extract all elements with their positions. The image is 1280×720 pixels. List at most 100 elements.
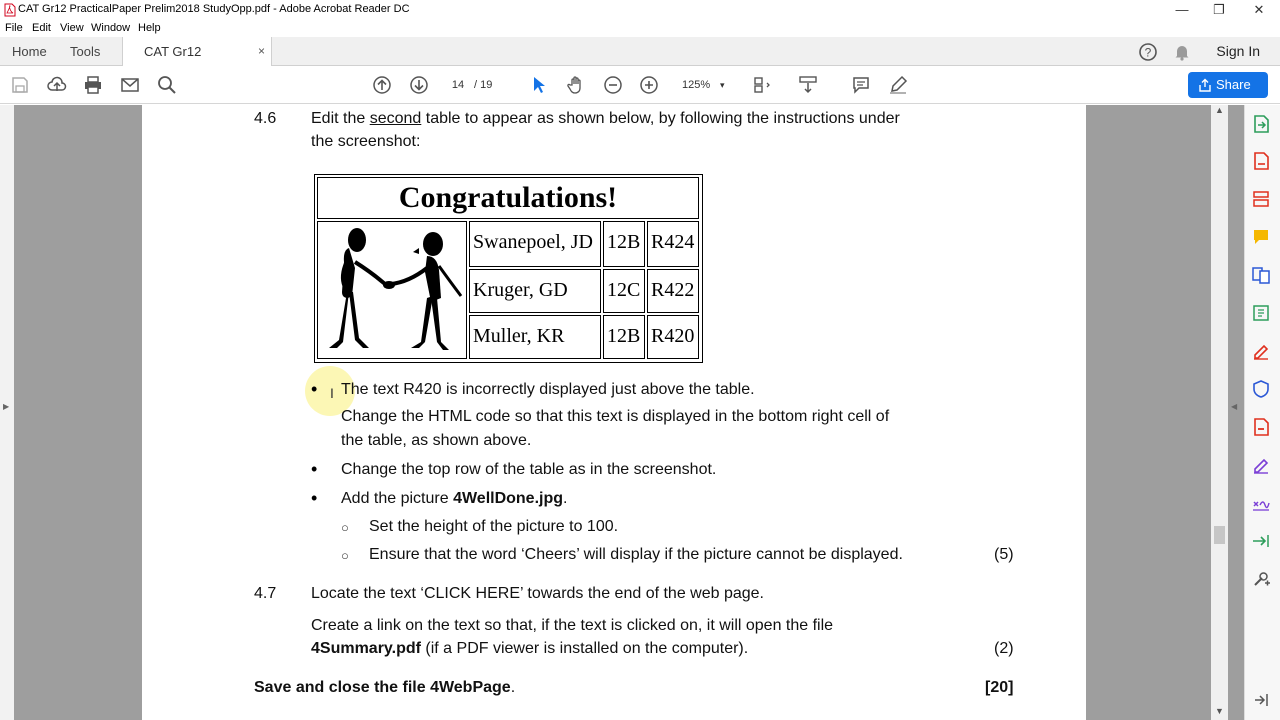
page-total: / 19: [474, 79, 493, 91]
table-picture-cell: [317, 221, 467, 359]
b3-filename: 4WellDone.jpg: [453, 490, 564, 507]
expand-left-icon: ▶: [3, 402, 10, 411]
q46-text-a: Edit the: [311, 110, 370, 127]
save-icon[interactable]: [10, 75, 30, 95]
table-cell-class-1: 12B: [603, 221, 645, 267]
collapse-panel-icon[interactable]: [1251, 690, 1271, 710]
table-cell-name-1: Swanepoel, JD: [469, 221, 601, 267]
tab-bar: Home Tools CAT Gr12 PracticalP... × ? Si…: [0, 37, 1280, 88]
scroll-down-icon[interactable]: ▼: [1215, 706, 1224, 716]
scroll-up-icon[interactable]: ▲: [1215, 105, 1224, 115]
combine-files-icon[interactable]: [1251, 265, 1271, 285]
more-tools-icon[interactable]: [1251, 569, 1271, 589]
question-number-4-6: 4.6: [254, 110, 277, 127]
menu-window[interactable]: Window: [91, 22, 130, 34]
notifications-bell-icon[interactable]: [1172, 42, 1192, 62]
tab-document[interactable]: CAT Gr12 PracticalP... ×: [122, 37, 272, 88]
protect-shield-icon[interactable]: [1251, 379, 1271, 399]
zoom-out-icon[interactable]: [603, 75, 623, 95]
next-page-icon[interactable]: [409, 75, 429, 95]
send-track-icon[interactable]: [1251, 531, 1271, 551]
hand-tool-icon[interactable]: [566, 75, 586, 95]
page-number-input[interactable]: 14: [440, 74, 476, 96]
edit-pdf-icon[interactable]: [1251, 303, 1271, 323]
bullet-3-text: Add the picture 4WellDone.jpg.: [341, 490, 567, 508]
b3-text-a: Add the picture: [341, 490, 454, 507]
chevron-down-icon: ▾: [720, 80, 725, 90]
comment-icon[interactable]: [851, 75, 871, 95]
menu-file[interactable]: File: [5, 22, 23, 34]
table-cell-room-2: R422: [647, 269, 699, 313]
left-panel-toggle[interactable]: ▶: [0, 105, 14, 720]
bullet-2-text: Change the top row of the table as in th…: [341, 461, 717, 478]
sign-in-link[interactable]: Sign In: [1216, 37, 1260, 66]
email-icon[interactable]: [120, 75, 140, 95]
export-pdf-icon[interactable]: [1251, 114, 1271, 134]
tab-close-icon[interactable]: ×: [258, 37, 265, 66]
table-cell-name-3: Muller, KR: [469, 315, 601, 359]
upload-cloud-icon[interactable]: [47, 75, 67, 95]
create-pdf-icon[interactable]: [1251, 151, 1271, 171]
tab-home[interactable]: Home: [12, 37, 47, 66]
fill-sign-icon[interactable]: [1251, 341, 1271, 361]
table-cell-class-3: 12B: [603, 315, 645, 359]
organize-pages-icon[interactable]: [1251, 189, 1271, 209]
help-icon[interactable]: ?: [1138, 42, 1158, 62]
menu-edit[interactable]: Edit: [32, 22, 51, 34]
bullet-3: •: [311, 488, 318, 508]
menu-bar: File Edit View Window Help: [0, 20, 1280, 37]
select-cursor-icon[interactable]: [529, 75, 549, 95]
text-cursor-icon: I: [330, 385, 334, 401]
acrobat-app-icon: [4, 3, 16, 17]
zoom-in-icon[interactable]: [639, 75, 659, 95]
menu-help[interactable]: Help: [138, 22, 161, 34]
sub-bullet-1: ○: [341, 520, 349, 535]
scroll-mode-icon[interactable]: [798, 75, 818, 95]
question-4-6-line1: Edit the second table to appear as shown…: [311, 110, 900, 128]
question-number-4-7: 4.7: [254, 585, 277, 602]
q47-filename: 4Summary.pdf: [311, 640, 421, 657]
table-header-cell: Congratulations!: [317, 177, 699, 219]
bullet-1-line1: The text R420 is incorrectly displayed j…: [341, 381, 755, 398]
share-label: Share: [1216, 77, 1251, 92]
q47-text: (if a PDF viewer is installed on the com…: [420, 640, 749, 657]
save-text: Save and close the file 4WebPage: [254, 679, 511, 696]
share-button[interactable]: Share: [1188, 72, 1268, 98]
svg-text:?: ?: [1145, 46, 1152, 60]
marks-4-6: (5): [994, 546, 1014, 563]
menu-view[interactable]: View: [60, 22, 84, 34]
minimize-button[interactable]: —: [1163, 0, 1201, 20]
vertical-scrollbar[interactable]: ▲ ▼: [1211, 105, 1228, 720]
total-marks: [20]: [985, 679, 1014, 696]
previous-page-icon[interactable]: [372, 75, 392, 95]
highlight-pen-icon[interactable]: [888, 75, 908, 95]
certificate-sign-icon[interactable]: [1251, 493, 1271, 513]
marks-4-7: (2): [994, 640, 1014, 657]
toolbar: [0, 66, 1280, 104]
table-cell-class-2: 12C: [603, 269, 645, 313]
share-icon: [1199, 78, 1211, 92]
scroll-thumb[interactable]: [1214, 526, 1225, 544]
zoom-select[interactable]: 125% ▾: [672, 74, 736, 96]
bullet-1-line2: Change the HTML code so that this text i…: [341, 408, 890, 425]
collapse-right-icon[interactable]: ◀: [1231, 402, 1237, 411]
table-cell-name-2: Kruger, GD: [469, 269, 601, 313]
print-icon[interactable]: [83, 75, 103, 95]
bullet-1: •: [311, 379, 318, 399]
b3-text-b: .: [563, 490, 568, 507]
send-for-signature-icon[interactable]: [1251, 455, 1271, 475]
question-4-7-line1: Locate the text ‘CLICK HERE’ towards the…: [311, 585, 764, 602]
tab-tools[interactable]: Tools: [70, 37, 100, 66]
page-layout-icon[interactable]: [752, 75, 772, 95]
comment-tool-icon[interactable]: [1251, 227, 1271, 247]
restore-button[interactable]: ❐: [1200, 0, 1238, 20]
sub-bullet-2-text: Ensure that the word ‘Cheers’ will displ…: [369, 546, 903, 563]
question-4-7-line3: 4Summary.pdf (if a PDF viewer is install…: [311, 640, 748, 658]
bullet-2: •: [311, 459, 318, 479]
table-cell-room-1: R424: [647, 221, 699, 267]
save-period: .: [510, 679, 516, 696]
search-icon[interactable]: [157, 75, 177, 95]
question-4-7-line2: Create a link on the text so that, if th…: [311, 617, 834, 634]
export-file-icon[interactable]: [1251, 417, 1271, 437]
close-window-button[interactable]: ✕: [1240, 0, 1278, 20]
